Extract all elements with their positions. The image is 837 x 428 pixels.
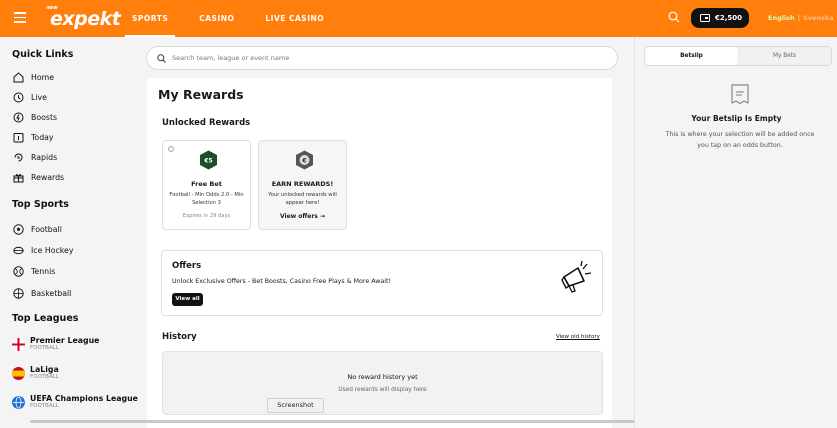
offers-card: Offers Unlock Exclusive Offers - Bet Boo… xyxy=(161,250,603,316)
wallet-icon xyxy=(700,14,710,22)
league-name: Premier League xyxy=(30,336,100,345)
lang-separator: | xyxy=(797,14,801,22)
sidebar-item-basketball[interactable]: Basketball xyxy=(12,286,71,300)
sidebar-item-football[interactable]: Football xyxy=(12,222,62,236)
spain-flag-icon xyxy=(12,366,25,380)
sidebar-item-label: Rewards xyxy=(31,172,65,182)
sidebar-item-label: Ice Hockey xyxy=(31,245,74,255)
football-icon xyxy=(12,223,24,235)
gift-icon xyxy=(12,171,24,183)
sidebar-item-label: Boosts xyxy=(31,112,58,122)
lang-swedish[interactable]: Svenska xyxy=(803,14,834,22)
betslip-empty-title: Your Betslip Is Empty xyxy=(691,114,782,123)
sidebar-item-boosts[interactable]: Boosts xyxy=(12,110,57,124)
megaphone-icon xyxy=(561,260,592,293)
badge-value: €5 xyxy=(203,158,212,165)
reward-expiry: Expires in 29 days xyxy=(182,213,231,219)
sidebar-item-live[interactable]: Live xyxy=(12,90,47,104)
reward-description: Your unlocked rewards will appear here! xyxy=(268,192,337,206)
league-sport: FOOTBALL xyxy=(30,345,59,351)
history-empty-text: No reward history yet xyxy=(347,373,418,381)
info-icon[interactable]: i xyxy=(168,146,174,152)
main-nav: SPORTS CASINO LIVE CASINO xyxy=(124,0,355,37)
sidebar-item-label: Football xyxy=(31,224,62,234)
sidebar-item-rewards[interactable]: Rewards xyxy=(12,170,64,184)
earn-rewards-badge-icon: € xyxy=(296,150,313,170)
sidebar-item-tennis[interactable]: Tennis xyxy=(12,264,55,278)
league-sport: FOOTBALL xyxy=(30,403,59,409)
top-sports-title: Top Sports xyxy=(12,199,69,210)
reward-card-earn-rewards[interactable]: € EARN REWARDS! Your unlocked rewards wi… xyxy=(258,140,347,230)
rapids-icon xyxy=(12,151,24,163)
offers-description: Unlock Exclusive Offers - Bet Boosts, Ca… xyxy=(172,278,392,285)
balance-value: €2,500 xyxy=(715,14,743,22)
sidebar: Quick Links Home Live Boosts Today Rapid… xyxy=(0,37,139,428)
search-icon[interactable] xyxy=(668,11,680,23)
balance-button[interactable]: €2,500 xyxy=(691,8,749,28)
england-flag-icon xyxy=(12,337,25,351)
nav-tab-sports[interactable]: SPORTS xyxy=(124,0,176,37)
reward-title: Free Bet xyxy=(191,180,222,188)
sidebar-item-home[interactable]: Home xyxy=(12,70,54,84)
view-offers-link[interactable]: View offers → xyxy=(259,213,346,220)
reward-card-free-bet[interactable]: i €5 Free Bet Football - Min Odds 2.0 - … xyxy=(162,140,251,230)
free-bet-badge-icon: €5 xyxy=(200,150,217,170)
calendar-icon xyxy=(12,131,24,143)
rewards-panel: My Rewards Unlocked Rewards i €5 Free Be… xyxy=(147,78,612,428)
betslip-tabs: Betslip My Bets xyxy=(644,46,832,66)
betslip-empty-description: This is where your selection will be add… xyxy=(665,131,815,149)
view-old-history-link[interactable]: View old history xyxy=(556,334,600,340)
basketball-icon xyxy=(12,287,24,299)
sidebar-item-label: Live xyxy=(31,92,47,102)
betslip-icon xyxy=(731,84,749,105)
language-switch: English | Svenska xyxy=(768,14,834,22)
tennis-icon xyxy=(12,265,24,277)
ice-hockey-icon xyxy=(12,244,24,256)
sidebar-item-label: Tennis xyxy=(31,266,56,276)
league-laliga[interactable]: LaLiga FOOTBALL xyxy=(12,365,59,381)
offers-title: Offers xyxy=(172,261,202,271)
tab-betslip[interactable]: Betslip xyxy=(645,47,738,65)
sidebar-item-label: Home xyxy=(31,72,55,82)
view-all-button[interactable]: View all xyxy=(172,293,203,306)
nav-tab-casino[interactable]: CASINO xyxy=(199,0,234,37)
league-sport: FOOTBALL xyxy=(30,374,59,380)
home-icon xyxy=(12,71,24,83)
top-bar: new expekt SPORTS CASINO LIVE CASINO €2,… xyxy=(0,0,837,37)
sidebar-item-today[interactable]: Today xyxy=(12,130,54,144)
logo-main-text: expekt xyxy=(50,8,121,30)
history-box: No reward history yet Used rewards will … xyxy=(162,351,603,415)
betslip-panel: Betslip My Bets Your Betslip Is Empty Th… xyxy=(634,37,837,428)
clock-icon xyxy=(12,91,24,103)
search-bar[interactable]: Search team, league or event name xyxy=(146,46,618,70)
badge-value: € xyxy=(301,157,307,165)
sidebar-item-label: Today xyxy=(31,132,54,142)
menu-icon[interactable] xyxy=(14,12,26,23)
globe-icon xyxy=(12,395,25,409)
boost-icon xyxy=(12,111,24,123)
sidebar-item-label: Basketball xyxy=(31,288,72,298)
league-uefa-champions-league[interactable]: UEFA Champions League FOOTBALL xyxy=(12,394,138,410)
top-leagues-title: Top Leagues xyxy=(12,313,79,324)
quick-links-title: Quick Links xyxy=(12,49,74,60)
unlocked-rewards-title: Unlocked Rewards xyxy=(162,118,251,128)
screenshot-tooltip: Screenshot xyxy=(267,398,324,413)
history-empty-subtext: Used rewards will display here xyxy=(338,387,427,393)
history-title: History xyxy=(162,332,197,342)
page-title: My Rewards xyxy=(158,87,244,102)
league-premier-league[interactable]: Premier League FOOTBALL xyxy=(12,336,99,352)
league-name: LaLiga xyxy=(30,365,59,374)
league-name: UEFA Champions League xyxy=(30,394,138,403)
sidebar-item-label: Rapids xyxy=(31,152,58,162)
reward-description: Football - Min Odds 2.0 - Min Selection … xyxy=(169,192,244,206)
tab-my-bets[interactable]: My Bets xyxy=(738,47,831,65)
lang-english[interactable]: English xyxy=(768,14,795,22)
search-icon xyxy=(157,53,166,63)
sidebar-item-rapids[interactable]: Rapids xyxy=(12,150,57,164)
reward-title: EARN REWARDS! xyxy=(271,180,334,188)
sidebar-item-ice-hockey[interactable]: Ice Hockey xyxy=(12,243,73,257)
search-input[interactable]: Search team, league or event name xyxy=(172,54,289,62)
nav-tab-live-casino[interactable]: LIVE CASINO xyxy=(265,0,324,37)
